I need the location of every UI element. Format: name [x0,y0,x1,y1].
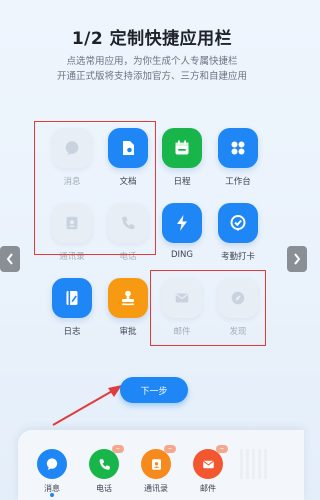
notebook-icon [52,278,92,318]
page-title: 1/2 定制快捷应用栏 [71,29,233,49]
chevron-left-icon[interactable] [0,246,20,272]
remove-badge-icon[interactable]: – [164,445,176,453]
shortcut-dock: 消息 – 电话 – 通讯录 – 邮件 [18,430,304,500]
app-calendar[interactable]: 日程 [154,128,210,187]
app-log[interactable]: 日志 [44,278,100,337]
app-attendance[interactable]: 考勤打卡 [210,203,266,262]
dock-item-label: 通讯录 [144,484,168,493]
check-shield-icon [218,203,258,243]
app-label: 日志 [63,327,81,337]
app-label: 日程 [173,177,191,187]
app-label: DING [171,250,193,260]
stamp-icon [108,278,148,318]
dock-item-phone[interactable]: – 电话 [84,445,124,494]
calendar-icon [162,128,202,168]
page-subtitle: 点选常用应用，为你生成个人专属快捷栏 开通正式版将支持添加官方、三方和自建应用 [0,54,304,84]
lightning-icon [162,203,202,243]
app-label: 工作台 [225,177,251,187]
highlight-box-left [34,121,156,255]
dock-item-label: 电话 [96,484,112,493]
app-label: 考勤打卡 [220,252,255,262]
app-ding[interactable]: DING [154,203,210,260]
subtitle-line-1: 点选常用应用，为你生成个人专属快捷栏 [66,56,238,67]
dock-item-messages[interactable]: 消息 [32,449,72,494]
remove-badge-icon[interactable]: – [112,445,124,453]
app-label: 审批 [119,327,137,337]
dock-item-contacts[interactable]: – 通讯录 [136,445,176,494]
dock-item-label: 邮件 [200,484,216,493]
chevron-right-icon[interactable] [287,246,307,272]
contacts-icon: – [141,445,176,479]
dock-item-mail[interactable]: – 邮件 [188,445,228,494]
highlight-box-bottom-right [150,270,266,346]
selected-indicator [50,493,54,497]
grid-icon [218,128,258,168]
remove-badge-icon[interactable]: – [216,445,228,453]
subtitle-line-2: 开通正式版将支持添加官方、三方和自建应用 [56,71,247,82]
mail-icon: – [193,445,228,479]
phone-icon: – [89,445,124,479]
app-workbench[interactable]: 工作台 [210,128,266,187]
annotation-arrow [52,385,122,426]
chat-bubble-icon [37,449,67,479]
dock-empty-slot [240,449,268,479]
app-approval[interactable]: 审批 [100,278,156,337]
next-step-button[interactable]: 下一步 [120,377,188,403]
